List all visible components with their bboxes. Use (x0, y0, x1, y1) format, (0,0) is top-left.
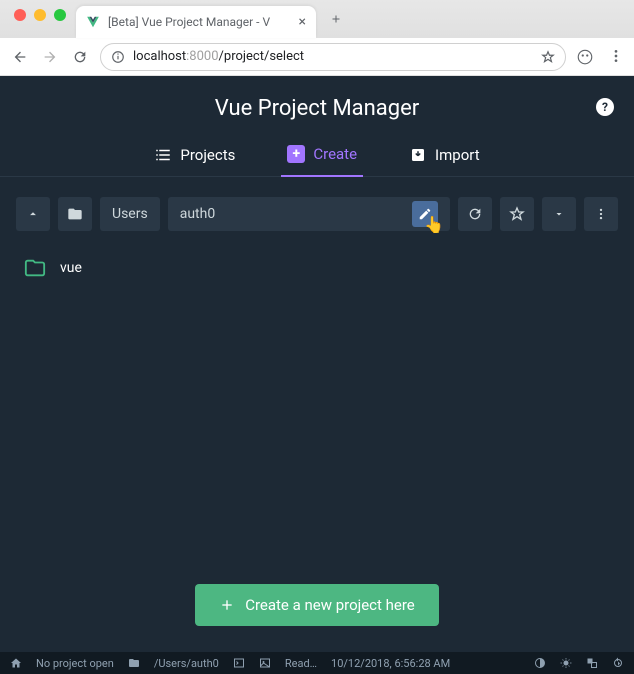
terminal-icon[interactable] (233, 657, 245, 669)
page-title: Vue Project Manager (0, 76, 634, 135)
translate-icon[interactable] (586, 657, 598, 669)
tab-projects[interactable]: Projects (148, 135, 241, 176)
tab-create[interactable]: + Create (281, 135, 363, 177)
plus-icon: + (287, 145, 305, 163)
create-button-label: Create a new project here (245, 596, 415, 614)
current-folder-label: auth0 (180, 206, 216, 222)
edit-path-button[interactable] (412, 201, 438, 227)
file-name: vue (60, 260, 82, 276)
parent-dir-button[interactable] (16, 197, 50, 231)
tab-title: [Beta] Vue Project Manager - V (108, 15, 270, 29)
more-menu-button[interactable] (584, 197, 618, 231)
back-button[interactable] (10, 49, 30, 65)
main-tabs: Projects + Create Import (0, 135, 634, 177)
menu-icon[interactable] (608, 48, 624, 66)
create-project-button[interactable]: Create a new project here (195, 584, 439, 626)
status-ready: Read… (285, 657, 317, 670)
sync-icon[interactable] (612, 657, 624, 669)
folder-icon[interactable] (128, 657, 140, 669)
browser-tab-bar: [Beta] Vue Project Manager - V × (0, 0, 634, 38)
path-input[interactable]: auth0 👆 (168, 197, 450, 231)
url-host: localhost (133, 49, 186, 64)
browser-tab[interactable]: [Beta] Vue Project Manager - V × (76, 6, 316, 38)
vue-favicon (86, 15, 100, 29)
profile-icon[interactable] (576, 48, 594, 66)
address-bar: localhost:8000/project/select (0, 38, 634, 76)
refresh-button[interactable] (458, 197, 492, 231)
bug-icon[interactable] (560, 657, 572, 669)
list-item[interactable]: vue (20, 251, 614, 285)
favorite-button[interactable] (500, 197, 534, 231)
tab-create-label: Create (313, 145, 357, 163)
home-icon[interactable] (10, 657, 22, 669)
file-list: vue (0, 241, 634, 566)
import-icon (409, 146, 427, 164)
image-icon[interactable] (259, 657, 271, 669)
window-controls (8, 9, 76, 29)
favorites-dropdown[interactable] (542, 197, 576, 231)
new-tab-button[interactable] (322, 5, 350, 33)
tab-import[interactable]: Import (403, 135, 486, 176)
path-toolbar: Users auth0 👆 (0, 177, 634, 241)
forward-button[interactable] (40, 49, 60, 65)
tab-import-label: Import (435, 146, 480, 164)
maximize-window-button[interactable] (54, 9, 66, 21)
status-timestamp: 10/12/2018, 6:56:28 AM (331, 657, 450, 670)
url-input[interactable]: localhost:8000/project/select (100, 43, 566, 71)
contrast-icon[interactable] (534, 657, 546, 669)
close-tab-icon[interactable]: × (299, 14, 306, 30)
url-path: /project/select (219, 49, 305, 64)
url-port: :8000 (186, 49, 218, 64)
bookmark-icon[interactable] (541, 50, 555, 64)
reload-button[interactable] (70, 49, 90, 65)
tab-projects-label: Projects (180, 146, 235, 164)
folder-icon (24, 257, 46, 279)
info-icon (111, 50, 125, 64)
breadcrumb-segment[interactable]: Users (100, 197, 160, 231)
minimize-window-button[interactable] (34, 9, 46, 21)
list-icon (154, 146, 172, 164)
app-root: ? Vue Project Manager Projects + Create … (0, 76, 634, 652)
close-window-button[interactable] (14, 9, 26, 21)
status-path: /Users/auth0 (154, 657, 219, 670)
status-bar: No project open /Users/auth0 Read… 10/12… (0, 652, 634, 674)
create-bar: Create a new project here (0, 566, 634, 652)
home-folder-button[interactable] (58, 197, 92, 231)
plus-icon (219, 597, 235, 613)
help-icon[interactable]: ? (596, 98, 614, 116)
status-no-project: No project open (36, 657, 114, 670)
